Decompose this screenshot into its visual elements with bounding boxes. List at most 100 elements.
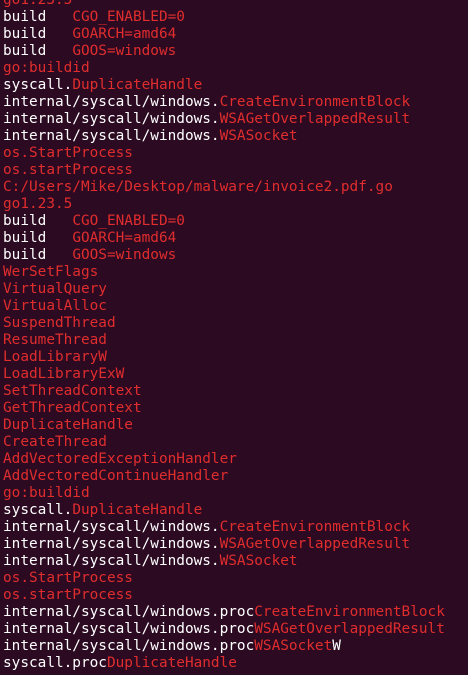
highlighted-match-text: WSAGetOverlappedResult xyxy=(219,536,411,552)
highlighted-match-text: os.startProcess xyxy=(3,162,133,178)
terminal-line: internal/syscall/windows.procWSASocketW xyxy=(0,638,468,655)
terminal-text: build xyxy=(3,230,47,246)
highlighted-match-text: GOARCH=amd64 xyxy=(46,26,177,42)
terminal-line: AddVectoredExceptionHandler xyxy=(0,451,468,468)
highlighted-match-text: WSAGetOverlappedResult xyxy=(219,111,411,127)
terminal-line: os.StartProcess xyxy=(0,570,468,587)
terminal-text: internal/syscall/windows. xyxy=(3,519,220,535)
terminal-line: os.startProcess xyxy=(0,587,468,604)
terminal-text: build xyxy=(3,213,47,229)
highlighted-match-text: go1.23.5 xyxy=(3,0,73,8)
highlighted-match-text: WSASocket xyxy=(219,128,298,144)
terminal-text: internal/syscall/windows. xyxy=(3,94,220,110)
highlighted-match-text: LoadLibraryExW xyxy=(3,366,125,382)
terminal-text: build xyxy=(3,26,47,42)
terminal-line: os.startProcess xyxy=(0,162,468,179)
terminal-line: ResumeThread xyxy=(0,332,468,349)
highlighted-match-text: C:/Users/Mike/Desktop/malware/invoice2.p… xyxy=(3,179,393,195)
highlighted-match-text: go:buildid xyxy=(3,60,90,76)
terminal-line: build GOARCH=amd64 xyxy=(0,230,468,247)
terminal-line: go:buildid xyxy=(0,485,468,502)
highlighted-match-text: AddVectoredContinueHandler xyxy=(3,468,229,484)
terminal-line: WerSetFlags xyxy=(0,264,468,281)
terminal-line: go1.23.5 xyxy=(0,0,468,9)
highlighted-match-text: CGO_ENABLED=0 xyxy=(46,213,185,229)
highlighted-match-text: CGO_ENABLED=0 xyxy=(46,9,185,25)
terminal-line: build GOOS=windows xyxy=(0,43,468,60)
highlighted-match-text: ResumeThread xyxy=(3,332,107,348)
terminal-text: syscall. xyxy=(3,502,73,518)
highlighted-match-text: go:buildid xyxy=(3,485,90,501)
highlighted-match-text: CreateThread xyxy=(3,434,107,450)
terminal-text: internal/syscall/windows. xyxy=(3,536,220,552)
terminal-line: go:buildid xyxy=(0,60,468,77)
terminal-line: SuspendThread xyxy=(0,315,468,332)
highlighted-match-text: WSAGetOverlappedResult xyxy=(254,621,445,637)
highlighted-match-text: CreateEnvironmentBlock xyxy=(254,604,445,620)
highlighted-match-text: WSASocket xyxy=(254,638,333,654)
terminal-line: LoadLibraryW xyxy=(0,349,468,366)
terminal-line: internal/syscall/windows.WSAGetOverlappe… xyxy=(0,111,468,128)
terminal-text: internal/syscall/windows. xyxy=(3,111,220,127)
terminal-text: internal/syscall/windows. xyxy=(3,128,220,144)
highlighted-match-text: GOOS=windows xyxy=(46,247,177,263)
highlighted-match-text: CreateEnvironmentBlock xyxy=(219,94,411,110)
highlighted-match-text: CreateEnvironmentBlock xyxy=(219,519,411,535)
highlighted-match-text: VirtualAlloc xyxy=(3,298,107,314)
terminal-output: go1.23.5 build CGO_ENABLED=0 build GOARCH=… xyxy=(0,0,468,672)
terminal-text: syscall.proc xyxy=(3,655,107,671)
terminal-window: go1.23.5 build CGO_ENABLED=0 build GOARCH=… xyxy=(0,0,468,675)
highlighted-match-text: SetThreadContext xyxy=(3,383,142,399)
terminal-line: build GOARCH=amd64 xyxy=(0,26,468,43)
terminal-text: build xyxy=(3,9,47,25)
terminal-line: internal/syscall/windows.procCreateEnvir… xyxy=(0,604,468,621)
terminal-line: os.StartProcess xyxy=(0,145,468,162)
terminal-line: syscall.DuplicateHandle xyxy=(0,77,468,94)
terminal-line: go1.23.5 xyxy=(0,196,468,213)
terminal-line: VirtualQuery xyxy=(0,281,468,298)
highlighted-match-text: AddVectoredExceptionHandler xyxy=(3,451,237,467)
terminal-text: internal/syscall/windows.proc xyxy=(3,638,255,654)
highlighted-match-text: VirtualQuery xyxy=(3,281,107,297)
terminal-text: W xyxy=(332,638,341,654)
terminal-text: build xyxy=(3,247,47,263)
terminal-line: SetThreadContext xyxy=(0,383,468,400)
highlighted-match-text: LoadLibraryW xyxy=(3,349,107,365)
highlighted-match-text: DuplicateHandle xyxy=(3,417,133,433)
highlighted-match-text: os.startProcess xyxy=(3,587,133,603)
terminal-line: LoadLibraryExW xyxy=(0,366,468,383)
terminal-line: build GOOS=windows xyxy=(0,247,468,264)
terminal-line: syscall.DuplicateHandle xyxy=(0,502,468,519)
terminal-line: syscall.procDuplicateHandle xyxy=(0,655,468,672)
highlighted-match-text: DuplicateHandle xyxy=(72,502,203,518)
highlighted-match-text: GOOS=windows xyxy=(46,43,177,59)
highlighted-match-text: WerSetFlags xyxy=(3,264,99,280)
highlighted-match-text: GetThreadContext xyxy=(3,400,142,416)
terminal-line: VirtualAlloc xyxy=(0,298,468,315)
highlighted-match-text: os.StartProcess xyxy=(3,145,133,161)
terminal-line: GetThreadContext xyxy=(0,400,468,417)
terminal-line: internal/syscall/windows.WSASocket xyxy=(0,128,468,145)
terminal-line: CreateThread xyxy=(0,434,468,451)
terminal-line: internal/syscall/windows.WSAGetOverlappe… xyxy=(0,536,468,553)
highlighted-match-text: WSASocket xyxy=(219,553,298,569)
highlighted-match-text: go1.23.5 xyxy=(3,196,73,212)
terminal-text: build xyxy=(3,43,47,59)
terminal-text: internal/syscall/windows. xyxy=(3,553,220,569)
terminal-line: internal/syscall/windows.procWSAGetOverl… xyxy=(0,621,468,638)
terminal-line: AddVectoredContinueHandler xyxy=(0,468,468,485)
terminal-line: build CGO_ENABLED=0 xyxy=(0,9,468,26)
terminal-line: internal/syscall/windows.CreateEnvironme… xyxy=(0,94,468,111)
terminal-line: build CGO_ENABLED=0 xyxy=(0,213,468,230)
terminal-line: DuplicateHandle xyxy=(0,417,468,434)
highlighted-match-text: DuplicateHandle xyxy=(106,655,237,671)
terminal-line: C:/Users/Mike/Desktop/malware/invoice2.p… xyxy=(0,179,468,196)
highlighted-match-text: DuplicateHandle xyxy=(72,77,203,93)
terminal-line: internal/syscall/windows.CreateEnvironme… xyxy=(0,519,468,536)
highlighted-match-text: os.StartProcess xyxy=(3,570,133,586)
terminal-text: internal/syscall/windows.proc xyxy=(3,621,255,637)
highlighted-match-text: SuspendThread xyxy=(3,315,116,331)
terminal-text: syscall. xyxy=(3,77,73,93)
terminal-line: internal/syscall/windows.WSASocket xyxy=(0,553,468,570)
highlighted-match-text: GOARCH=amd64 xyxy=(46,230,177,246)
